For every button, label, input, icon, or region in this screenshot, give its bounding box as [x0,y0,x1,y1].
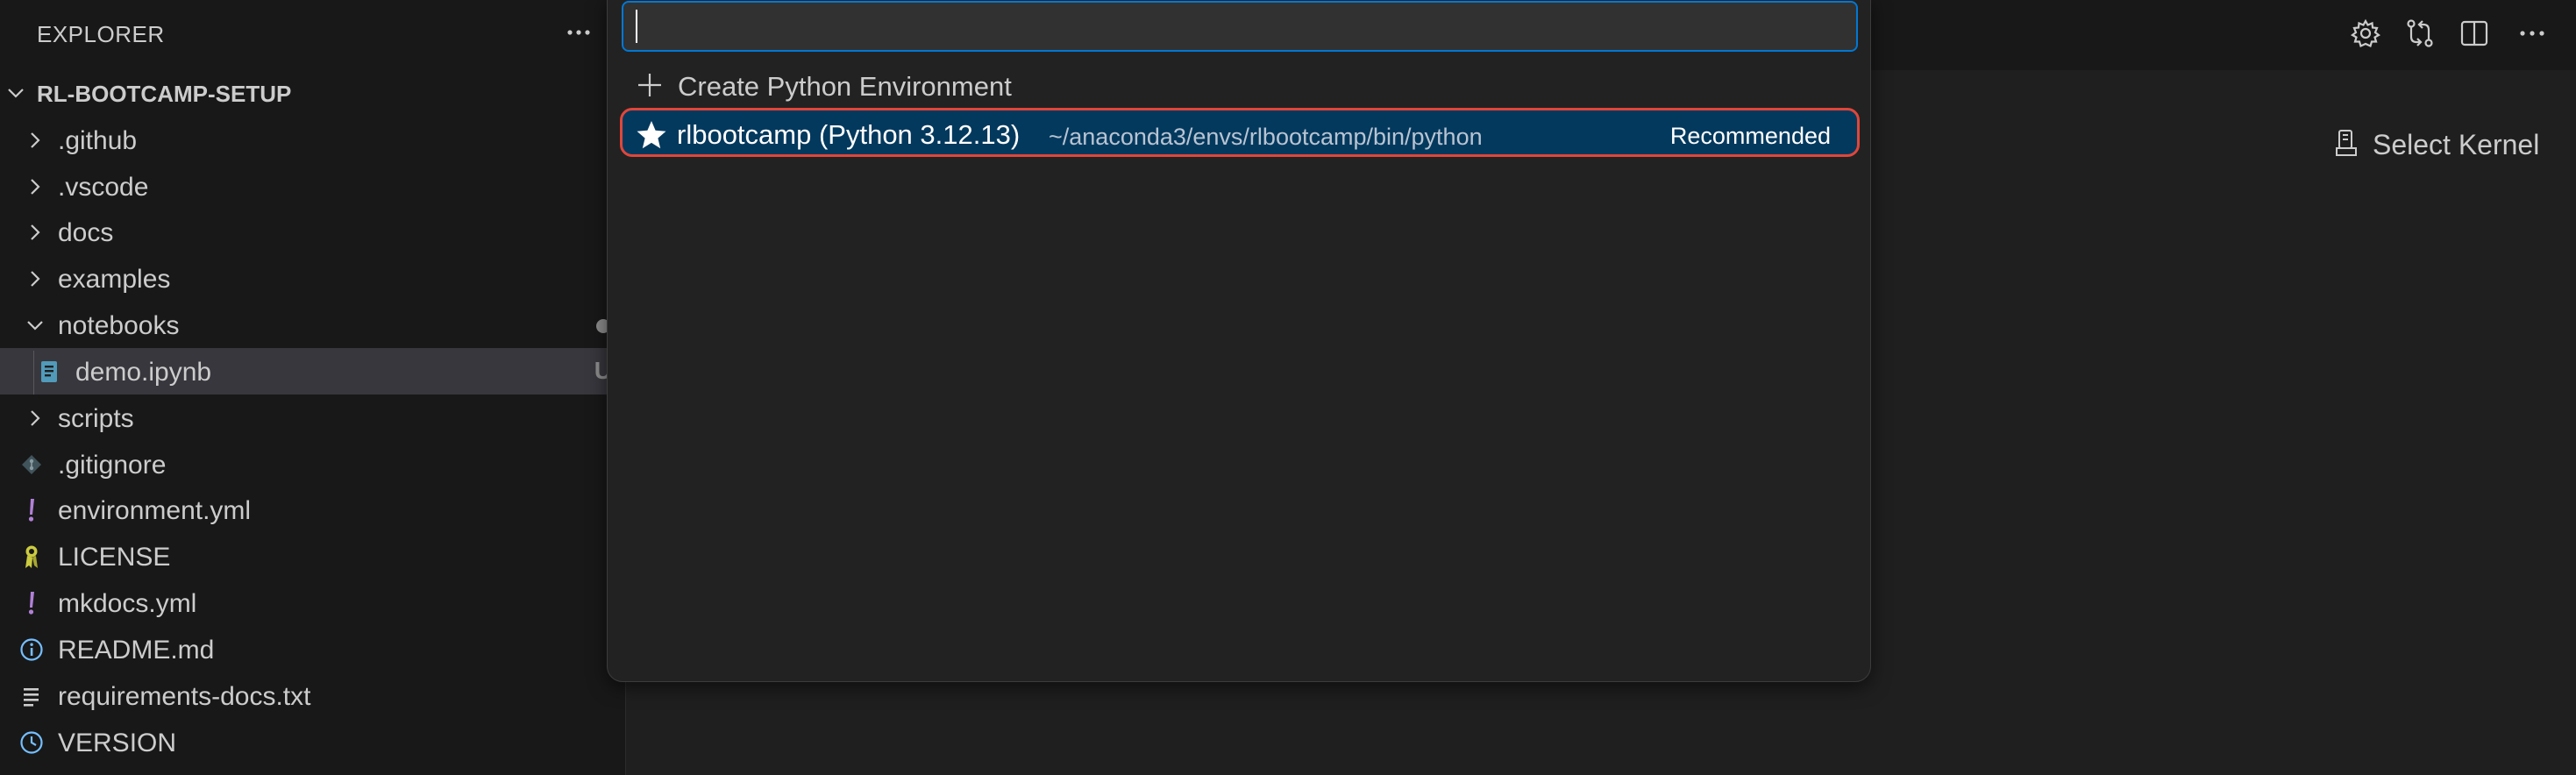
tree-item-label: docs [58,218,114,247]
option-label: rlbootcamp (Python 3.12.13) [677,119,1021,150]
kernel-quick-pick: Create Python Environment rlbootcamp (Py… [607,0,1871,682]
more-actions-icon[interactable] [2513,14,2551,53]
tree-item-notebooks[interactable]: notebooks [0,302,626,348]
chevron-down-icon [5,82,26,108]
chevron-right-icon [25,395,46,441]
tree-item-label: LICENSE [58,543,171,572]
chevron-down-icon [23,302,47,348]
yaml-icon [21,579,42,626]
tree-item-label: notebooks [58,311,180,340]
tree-item-demo-ipynb[interactable]: demo.ipynb U [0,348,626,395]
tree-item-mkdocs-yml[interactable]: mkdocs.yml [0,579,626,626]
explorer-sidebar: EXPLORER RL-BOOTCAMP-SETUP .github .vsco… [0,0,626,775]
chevron-right-icon [25,163,46,210]
tree-item-scripts[interactable]: scripts [0,395,626,441]
notebook-icon [39,348,60,395]
select-kernel-button[interactable]: Select Kernel [2334,123,2539,167]
indent-guide [33,351,34,395]
workspace-root[interactable]: RL-BOOTCAMP-SETUP [0,72,626,114]
split-editor-icon[interactable] [2455,14,2494,53]
tree-item-requirements-docs-txt[interactable]: requirements-docs.txt [0,672,626,719]
info-icon [19,626,44,672]
tree-item-readme-md[interactable]: README.md [0,626,626,672]
git-icon [19,441,44,487]
quick-pick-input[interactable] [622,1,1858,52]
tree-item-gitignore[interactable]: .gitignore [0,441,626,487]
chevron-right-icon [25,209,46,255]
chevron-right-icon [25,117,46,163]
kernel-icon [2334,128,2359,162]
workspace-root-label: RL-BOOTCAMP-SETUP [37,81,292,107]
explorer-header: EXPLORER [0,0,626,67]
tree-item-label: demo.ipynb [75,358,212,387]
plus-icon [636,60,664,110]
tree-item-environment-yml[interactable]: environment.yml [0,487,626,533]
tree-item-label: scripts [58,404,134,433]
license-icon [19,533,44,579]
tree-item-label: .gitignore [58,451,167,480]
text-cursor [636,10,637,43]
yaml-icon [21,487,42,533]
recommended-tag: Recommended [1669,123,1831,149]
text-file-icon [21,672,42,719]
gear-icon[interactable] [2346,14,2385,53]
tree-item-examples[interactable]: examples [0,255,626,302]
select-kernel-label: Select Kernel [2373,128,2540,160]
tree-item-license[interactable]: LICENSE [0,533,626,579]
rlbootcamp-kernel-option[interactable]: rlbootcamp (Python 3.12.13) ~/anaconda3/… [620,108,1860,157]
tree-item-github[interactable]: .github [0,117,626,163]
tree-item-vscode[interactable]: .vscode [0,163,626,210]
tree-item-label: .github [58,126,138,155]
tree-item-label: requirements-docs.txt [58,682,311,711]
star-icon [635,110,668,160]
create-python-environment-option[interactable]: Create Python Environment [620,60,1860,110]
tree-item-docs[interactable]: docs [0,209,626,255]
option-label: Create Python Environment [678,71,1012,102]
tree-item-version[interactable]: VERSION [0,719,626,765]
tree-item-label: .vscode [58,173,149,202]
interpreter-path: ~/anaconda3/envs/rlbootcamp/bin/python [1049,124,1483,150]
compare-changes-icon[interactable] [2401,14,2439,53]
chevron-right-icon [25,255,46,302]
tree-item-label: README.md [58,636,215,665]
tree-item-label: VERSION [58,729,177,757]
tree-item-label: mkdocs.yml [58,589,197,618]
tree-item-label: examples [58,265,171,294]
clock-icon [19,719,44,765]
explorer-title: EXPLORER [37,21,165,47]
more-actions-icon[interactable] [563,12,594,53]
tree-item-label: environment.yml [58,496,252,525]
